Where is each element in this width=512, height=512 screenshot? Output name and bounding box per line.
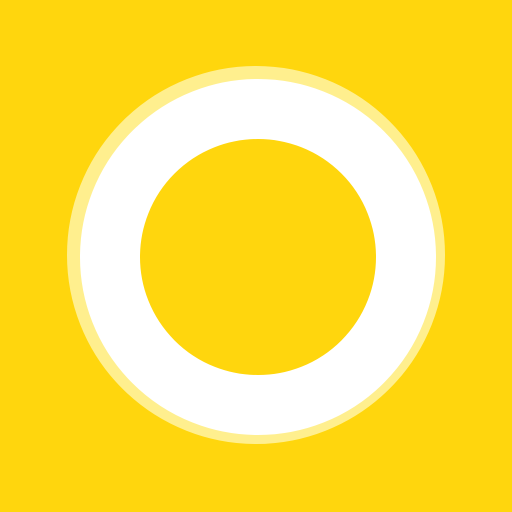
ring-icon bbox=[67, 66, 445, 444]
app-icon-tile bbox=[0, 0, 512, 512]
ring bbox=[80, 79, 436, 435]
